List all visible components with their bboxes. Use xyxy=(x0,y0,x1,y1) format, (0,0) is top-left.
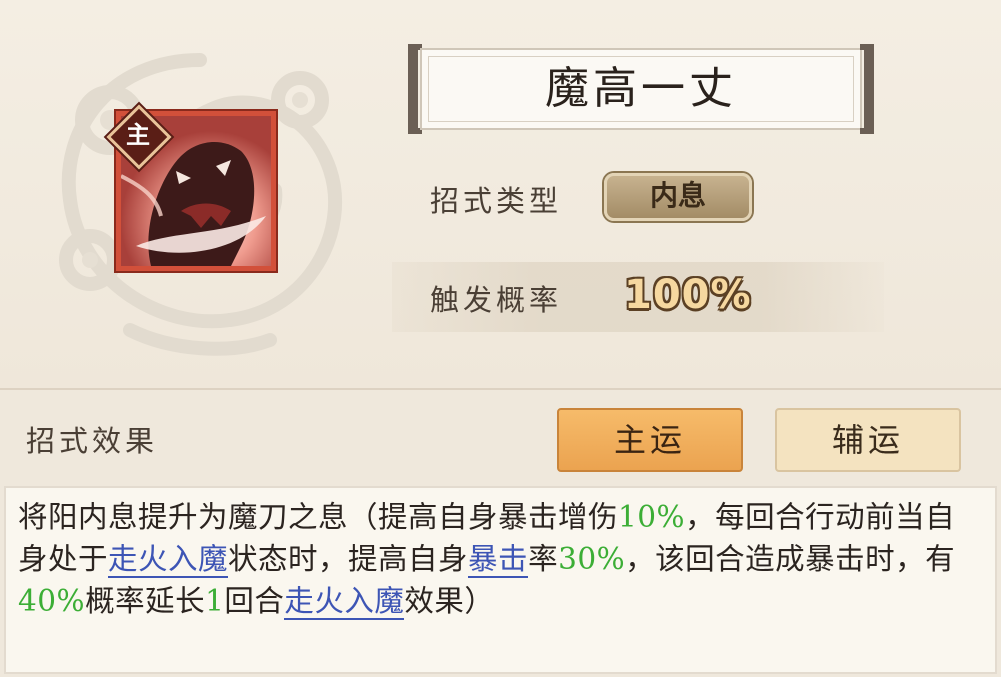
desc-number: 40% xyxy=(18,584,86,618)
title-paper: 魔高一丈 xyxy=(420,48,862,130)
desc-text: 回合 xyxy=(224,584,285,618)
desc-text: 状态时，提高自身 xyxy=(228,542,469,576)
effect-label: 招式效果 xyxy=(26,424,159,458)
type-label: 招式类型 xyxy=(430,184,563,218)
desc-keyword-link[interactable]: 暴击 xyxy=(468,542,529,578)
skill-name: 魔高一丈 xyxy=(545,63,737,114)
desc-text: ，该回合造成暴击时，有 xyxy=(625,542,956,576)
tab-main-cultivation[interactable]: 主运 xyxy=(557,408,743,472)
skill-header-panel: 主 魔高一丈 招式类型 内息 触发概率 100% xyxy=(0,0,1001,388)
desc-text: 率 xyxy=(528,542,559,576)
scroll-cap-right xyxy=(860,44,874,134)
desc-number: 1 xyxy=(205,584,225,618)
desc-text: 概率延长 xyxy=(85,584,206,618)
title-scroll: 魔高一丈 xyxy=(408,44,874,134)
rate-label: 触发概率 xyxy=(430,283,563,317)
tab-aux-cultivation[interactable]: 辅运 xyxy=(775,408,961,472)
desc-number: 10% xyxy=(618,500,686,534)
scroll-cap-left xyxy=(408,44,422,134)
main-badge: 主 xyxy=(106,104,172,170)
desc-keyword-link[interactable]: 走火入魔 xyxy=(108,542,229,578)
desc-keyword-link[interactable]: 走火入魔 xyxy=(284,584,405,620)
desc-text: 效果） xyxy=(404,584,495,618)
desc-number: 30% xyxy=(558,542,626,576)
rate-value: 100% xyxy=(624,272,752,318)
main-badge-label: 主 xyxy=(126,120,150,149)
effect-description: 将阳内息提升为魔刀之息（提高自身暴击增伤10%，每回合行动前当自身处于走火入魔状… xyxy=(4,486,997,674)
desc-text: 将阳内息提升为魔刀之息（提高自身暴击增伤 xyxy=(18,500,619,534)
type-value-badge: 内息 xyxy=(604,173,752,221)
